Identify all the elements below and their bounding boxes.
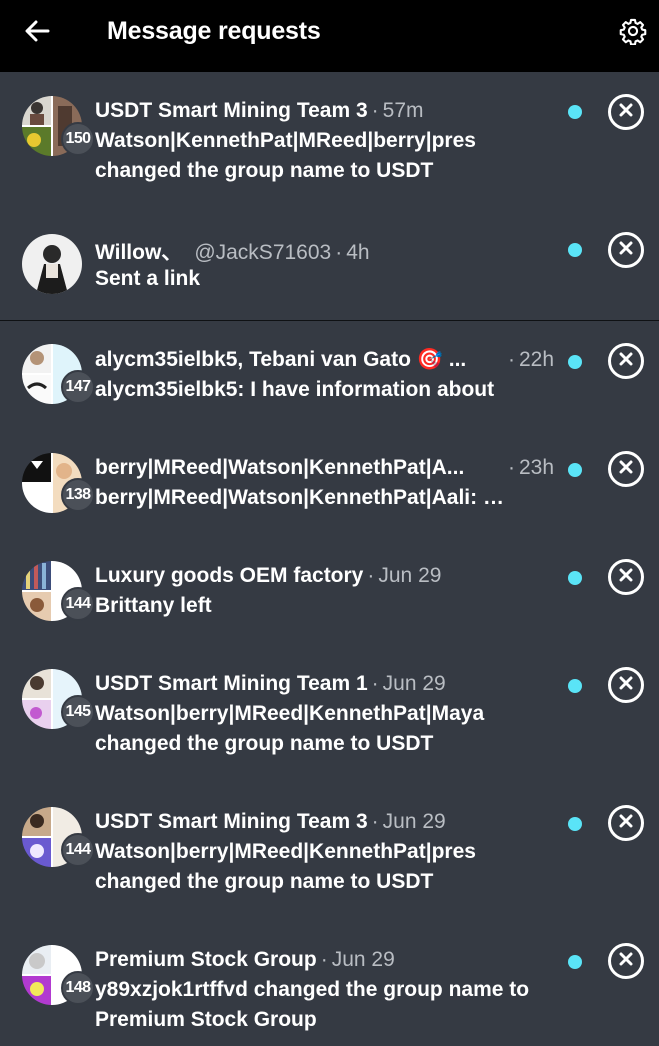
- request-header: Premium Stock Group · Jun 29: [95, 948, 559, 972]
- unread-indicator: [568, 243, 582, 257]
- request-time: · 22h: [508, 348, 554, 372]
- timestamp: 22h: [519, 348, 555, 371]
- message-request-item[interactable]: 144 USDT Smart Mining Team 3 · Jun 29 Wats…: [0, 783, 659, 921]
- request-time: · 23h: [508, 456, 554, 480]
- close-icon: [619, 352, 633, 371]
- timestamp: 23h: [519, 456, 555, 479]
- sender-handle: @JackS71603: [194, 241, 332, 264]
- member-count-badge: 145: [61, 695, 95, 729]
- dismiss-button[interactable]: [608, 232, 644, 268]
- member-count-badge: 144: [61, 587, 95, 621]
- message-preview: Sent a link: [95, 267, 201, 290]
- separator-dot: ·: [371, 99, 379, 122]
- message-request-item[interactable]: 144 Luxury goods OEM factory · Jun 29 Brit…: [0, 537, 659, 645]
- request-header: Willow、 @JackS71603 · 4h: [95, 236, 559, 266]
- message-preview: y89xzjok1rtffvd changed the group name t…: [95, 978, 530, 1031]
- request-header: USDT Smart Mining Team 3 · 57m: [95, 99, 559, 123]
- dismiss-button[interactable]: [608, 943, 644, 979]
- close-icon: [619, 460, 633, 479]
- separator-dot: ·: [508, 456, 515, 479]
- page-title: Message requests: [107, 17, 321, 45]
- message-request-item[interactable]: Willow、 @JackS71603 · 4h Sent a link: [0, 210, 659, 321]
- sender-name: Luxury goods OEM factory: [95, 564, 364, 587]
- timestamp: 57m: [382, 99, 424, 122]
- timestamp: Jun 29: [378, 564, 442, 587]
- request-header: USDT Smart Mining Team 3 · Jun 29: [95, 810, 559, 834]
- timestamp: Jun 29: [331, 948, 395, 971]
- sender-name: Premium Stock Group: [95, 948, 317, 971]
- message-preview: berry|MReed|Watson|KennethPat|Aali: Hell…: [95, 486, 517, 509]
- member-count-badge: 144: [61, 833, 95, 867]
- close-icon: [619, 814, 633, 833]
- sender-name: berry|MReed|Watson|KennethPat|A...: [95, 456, 465, 479]
- request-header: alycm35ielbk5, Tebani van Gato 🎯 ...: [95, 348, 507, 372]
- separator-dot: ·: [371, 672, 379, 695]
- top-bar: Message requests: [0, 0, 659, 72]
- sender-name: USDT Smart Mining Team 3: [95, 810, 368, 833]
- user-avatar: [22, 234, 82, 294]
- close-icon: [619, 568, 633, 587]
- sender-name: USDT Smart Mining Team 1: [95, 672, 368, 695]
- message-preview: Watson|berry|MReed|KennethPat|pres chang…: [95, 840, 476, 893]
- message-request-item[interactable]: 148 Premium Stock Group · Jun 29 y89xzjok1…: [0, 921, 659, 1046]
- timestamp: Jun 29: [382, 672, 446, 695]
- message-preview: Watson|KennethPat|MReed|berry|pres chang…: [95, 129, 476, 182]
- message-preview: Watson|berry|MReed|KennethPat|Maya chang…: [95, 702, 485, 755]
- dismiss-button[interactable]: [608, 94, 644, 130]
- unread-indicator: [568, 355, 582, 369]
- dismiss-button[interactable]: [608, 805, 644, 841]
- sender-name: USDT Smart Mining Team 3: [95, 99, 368, 122]
- unread-indicator: [568, 105, 582, 119]
- close-icon: [619, 103, 633, 122]
- member-count-badge: 150: [61, 122, 95, 156]
- separator-dot: ·: [508, 348, 515, 371]
- member-count-badge: 147: [61, 370, 95, 404]
- message-preview: Brittany left: [95, 594, 212, 617]
- member-count-badge: 138: [61, 478, 95, 512]
- close-icon: [619, 241, 633, 260]
- message-request-item[interactable]: 145 USDT Smart Mining Team 1 · Jun 29 Wats…: [0, 645, 659, 783]
- unread-indicator: [568, 679, 582, 693]
- unread-indicator: [568, 817, 582, 831]
- message-request-item[interactable]: 147 alycm35ielbk5, Tebani van Gato 🎯 ...…: [0, 321, 659, 429]
- gear-icon: [619, 17, 647, 50]
- unread-indicator: [568, 955, 582, 969]
- dismiss-button[interactable]: [608, 451, 644, 487]
- separator-dot: ·: [335, 241, 343, 264]
- message-request-item[interactable]: 150 USDT Smart Mining Team 3 · 57m Watson|…: [0, 72, 659, 210]
- close-icon: [619, 952, 633, 971]
- unread-indicator: [568, 463, 582, 477]
- separator-dot: ·: [371, 810, 379, 833]
- request-header: USDT Smart Mining Team 1 · Jun 29: [95, 672, 559, 696]
- sender-name: Willow、: [95, 241, 183, 264]
- separator-dot: ·: [367, 564, 375, 587]
- timestamp: 4h: [346, 241, 370, 264]
- request-header: berry|MReed|Watson|KennethPat|A...: [95, 456, 507, 480]
- close-icon: [619, 676, 633, 695]
- member-count-badge: 148: [61, 971, 95, 1005]
- arrow-left-icon: [24, 20, 50, 47]
- request-header: Luxury goods OEM factory · Jun 29: [95, 564, 559, 588]
- back-button[interactable]: [20, 18, 54, 48]
- dismiss-button[interactable]: [608, 667, 644, 703]
- dismiss-button[interactable]: [608, 343, 644, 379]
- message-preview: alycm35ielbk5: I have information about: [95, 378, 495, 401]
- sender-name: alycm35ielbk5, Tebani van Gato 🎯 ...: [95, 348, 467, 371]
- unread-indicator: [568, 571, 582, 585]
- settings-button[interactable]: [616, 16, 650, 50]
- dismiss-button[interactable]: [608, 559, 644, 595]
- separator-dot: ·: [320, 948, 328, 971]
- message-request-item[interactable]: 138 berry|MReed|Watson|KennethPat|A... ·…: [0, 429, 659, 537]
- timestamp: Jun 29: [382, 810, 446, 833]
